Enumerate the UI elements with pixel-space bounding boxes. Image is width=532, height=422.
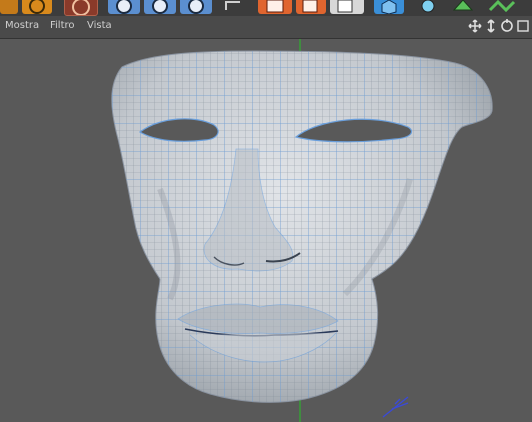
maximize-view-icon[interactable] [516, 19, 530, 33]
scale-icon [152, 0, 168, 14]
toolbar-button-redo[interactable] [22, 0, 52, 14]
face-mask-mesh[interactable] [111, 50, 493, 403]
top-toolbar [0, 0, 532, 16]
rotate-icon [188, 0, 204, 14]
toolbar-button-nurbs[interactable] [448, 0, 478, 14]
viewport-nav-icons [468, 19, 530, 35]
toolbar-button-render-settings[interactable] [330, 0, 364, 14]
coordinate-system-icon [225, 1, 240, 10]
cube-icon [381, 0, 397, 14]
toolbar-button-scale[interactable] [144, 0, 176, 14]
toolbar-button-spline[interactable] [410, 0, 446, 14]
toolbar-button-render-view[interactable] [258, 0, 292, 14]
3d-viewport[interactable] [0, 39, 532, 422]
menu-mostra[interactable]: Mostra [5, 20, 39, 31]
toolbar-button-scene[interactable] [522, 0, 532, 14]
toolbar-button-deformer[interactable] [484, 0, 518, 14]
render-view-icon [266, 0, 284, 13]
render-settings-icon [337, 0, 353, 13]
toolbar-button-undo[interactable] [0, 0, 18, 14]
move-view-icon[interactable] [468, 19, 482, 33]
toolbar-button-coord[interactable] [220, 0, 246, 14]
toolbar-button-live-select[interactable] [64, 0, 98, 16]
move-icon [116, 0, 132, 14]
viewport-menubar: Mostra Filtro Vista [0, 16, 532, 39]
toolbar-button-rotate[interactable] [180, 0, 212, 14]
toolbar-button-render-picture[interactable] [296, 0, 326, 14]
redo-icon [29, 0, 45, 14]
toolbar-button-cube[interactable] [374, 0, 404, 14]
render-picture-icon [302, 0, 318, 13]
toolbar-button-move[interactable] [108, 0, 140, 14]
spline-icon [421, 0, 435, 13]
viewport-canvas[interactable] [0, 39, 532, 422]
menu-filtro[interactable]: Filtro [50, 20, 75, 31]
zoom-view-icon[interactable] [484, 19, 498, 33]
menu-vista[interactable]: Vista [87, 20, 112, 31]
live-select-icon [72, 0, 90, 15]
rotate-view-icon[interactable] [500, 19, 514, 33]
axis-gizmo-icon [382, 396, 409, 418]
deformer-icon [488, 0, 516, 13]
nurbs-icon [452, 0, 474, 11]
